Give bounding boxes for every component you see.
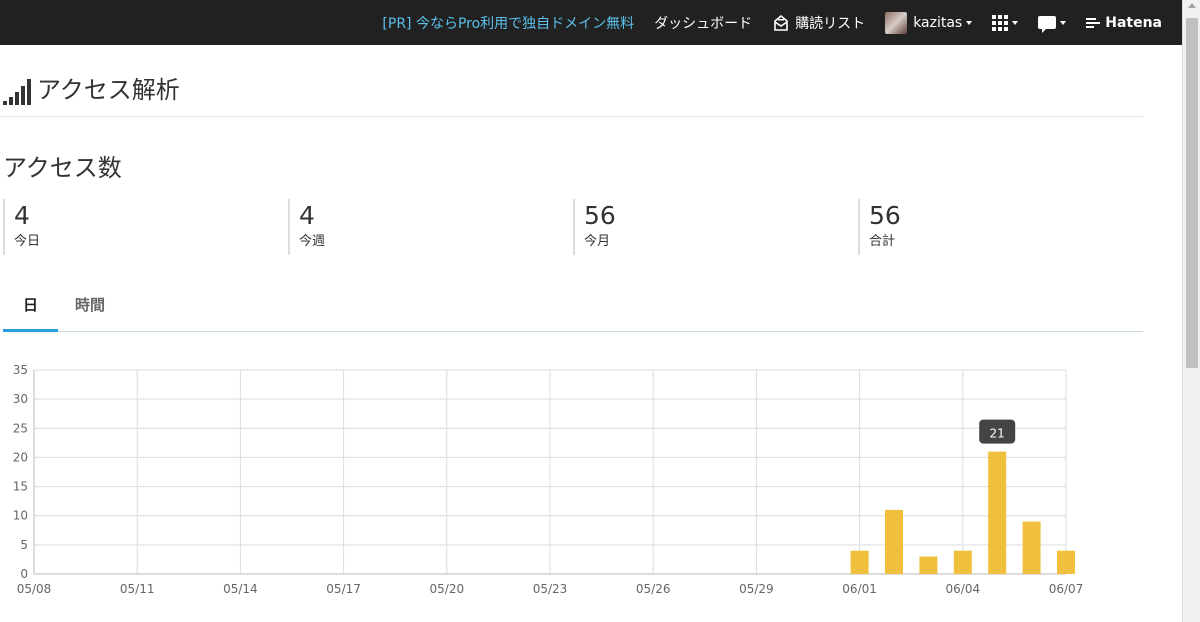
- stat-label: 今月: [584, 234, 611, 249]
- promo-link[interactable]: [PR] 今ならPro利用で独自ドメイン無料: [372, 0, 644, 45]
- hatena-logo-icon: [1086, 17, 1101, 28]
- y-tick-label: 25: [13, 421, 28, 435]
- subscriptions-label: 購読リスト: [795, 15, 866, 32]
- x-tick-label: 05/29: [739, 582, 774, 596]
- stat-label: 今日: [14, 234, 41, 249]
- subscription-icon: [774, 14, 788, 31]
- x-tick-label: 05/26: [636, 582, 671, 596]
- page-title: アクセス解析: [37, 76, 180, 104]
- y-tick-label: 15: [13, 480, 28, 494]
- avatar: [885, 11, 908, 34]
- bar-06-04[interactable]: [953, 550, 972, 574]
- y-tick-label: 0: [20, 567, 28, 581]
- subscriptions-link[interactable]: 購読リスト: [762, 0, 875, 45]
- bar-06-06[interactable]: [1022, 521, 1041, 574]
- scrollbar-thumb[interactable]: [1186, 18, 1198, 368]
- section-title: アクセス数: [3, 154, 122, 182]
- x-tick-label: 05/11: [120, 582, 155, 596]
- x-tick-label: 06/01: [842, 582, 877, 596]
- stat-week: 4 今週: [288, 199, 573, 255]
- stat-value: 56: [584, 201, 616, 230]
- y-tick-label: 35: [13, 363, 28, 377]
- y-tick-label: 5: [20, 538, 28, 552]
- page-scrollbar[interactable]: [1182, 0, 1200, 622]
- page-header: アクセス解析: [3, 75, 180, 105]
- stat-value: 56: [869, 201, 901, 230]
- y-tick-label: 20: [13, 450, 28, 464]
- chevron-down-icon: [1012, 20, 1019, 25]
- brand-name: Hatena: [1105, 14, 1162, 31]
- chat-icon: [1038, 16, 1057, 33]
- bar-06-01[interactable]: [850, 550, 869, 574]
- bar-06-03[interactable]: [919, 556, 938, 574]
- tab-day[interactable]: 日: [3, 289, 58, 332]
- stat-label: 合計: [869, 234, 896, 249]
- x-tick-label: 05/08: [17, 582, 52, 596]
- stat-today: 4 今日: [3, 199, 288, 255]
- x-tick-label: 06/04: [946, 582, 981, 596]
- y-tick-label: 30: [13, 392, 28, 406]
- stat-month: 56 今月: [573, 199, 858, 255]
- access-bar-chart: 0 5 10 15 20 25 30 35 05/08 05/11 05/14 05/17 05/20 0…: [13, 363, 1084, 596]
- chevron-down-icon: [1060, 20, 1067, 25]
- notifications-menu-button[interactable]: [1028, 0, 1076, 45]
- y-tick-label: 10: [13, 509, 28, 523]
- bar-06-07[interactable]: [1057, 550, 1075, 574]
- x-tick-label: 05/17: [326, 582, 361, 596]
- grid-menu-icon: [992, 14, 1009, 31]
- x-tick-label: 06/07: [1049, 582, 1084, 596]
- period-tabs: 日 時間: [3, 289, 1143, 332]
- stat-total: 56 合計: [858, 199, 1143, 255]
- user-menu[interactable]: kazitas: [875, 0, 982, 45]
- x-tick-label: 05/20: [430, 582, 465, 596]
- apps-menu-button[interactable]: [982, 0, 1028, 45]
- access-stats-icon: [3, 79, 31, 105]
- x-tick-label: 05/23: [533, 582, 568, 596]
- tab-hour[interactable]: 時間: [66, 289, 114, 331]
- tooltip-value: 21: [990, 427, 1005, 441]
- dashboard-link[interactable]: ダッシュボード: [644, 0, 762, 45]
- divider: [0, 116, 1143, 117]
- username: kazitas: [913, 14, 963, 31]
- stat-value: 4: [299, 201, 315, 230]
- stat-value: 4: [14, 201, 30, 230]
- top-navigation-bar: [PR] 今ならPro利用で独自ドメイン無料 ダッシュボード 購読リスト kaz…: [0, 0, 1200, 45]
- scroll-up-arrow-icon[interactable]: [1188, 3, 1196, 8]
- stat-label: 今週: [299, 234, 326, 249]
- access-stats: 4 今日 4 今週 56 今月 56 合計: [3, 199, 1143, 255]
- bar-06-05[interactable]: [988, 451, 1007, 574]
- x-tick-label: 05/14: [223, 582, 258, 596]
- bar-06-02[interactable]: [885, 509, 903, 574]
- chevron-down-icon: [966, 20, 973, 25]
- hatena-logo-link[interactable]: Hatena: [1076, 0, 1172, 45]
